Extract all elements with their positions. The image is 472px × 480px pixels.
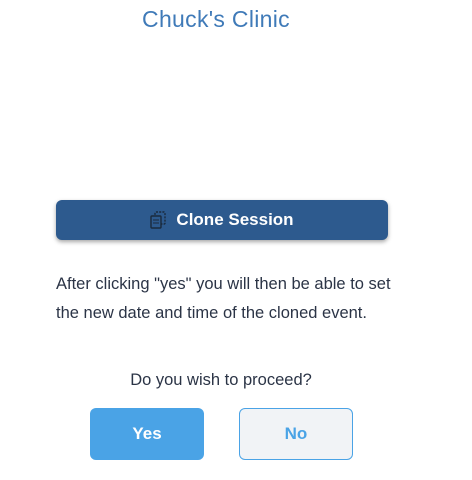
clone-session-label: Clone Session	[176, 210, 294, 229]
clone-instructions: After clicking "yes" you will then be ab…	[56, 275, 391, 322]
clone-session-dialog: Chuck's Clinic Clone Session After click…	[0, 0, 472, 480]
clone-session-button[interactable]: Clone Session	[56, 200, 388, 240]
confirm-question: Do you wish to proceed?	[130, 371, 312, 389]
clinic-title: Chuck's Clinic	[142, 6, 290, 32]
copy-icon	[150, 211, 167, 229]
no-button[interactable]: No	[239, 408, 353, 460]
yes-button[interactable]: Yes	[90, 408, 204, 460]
